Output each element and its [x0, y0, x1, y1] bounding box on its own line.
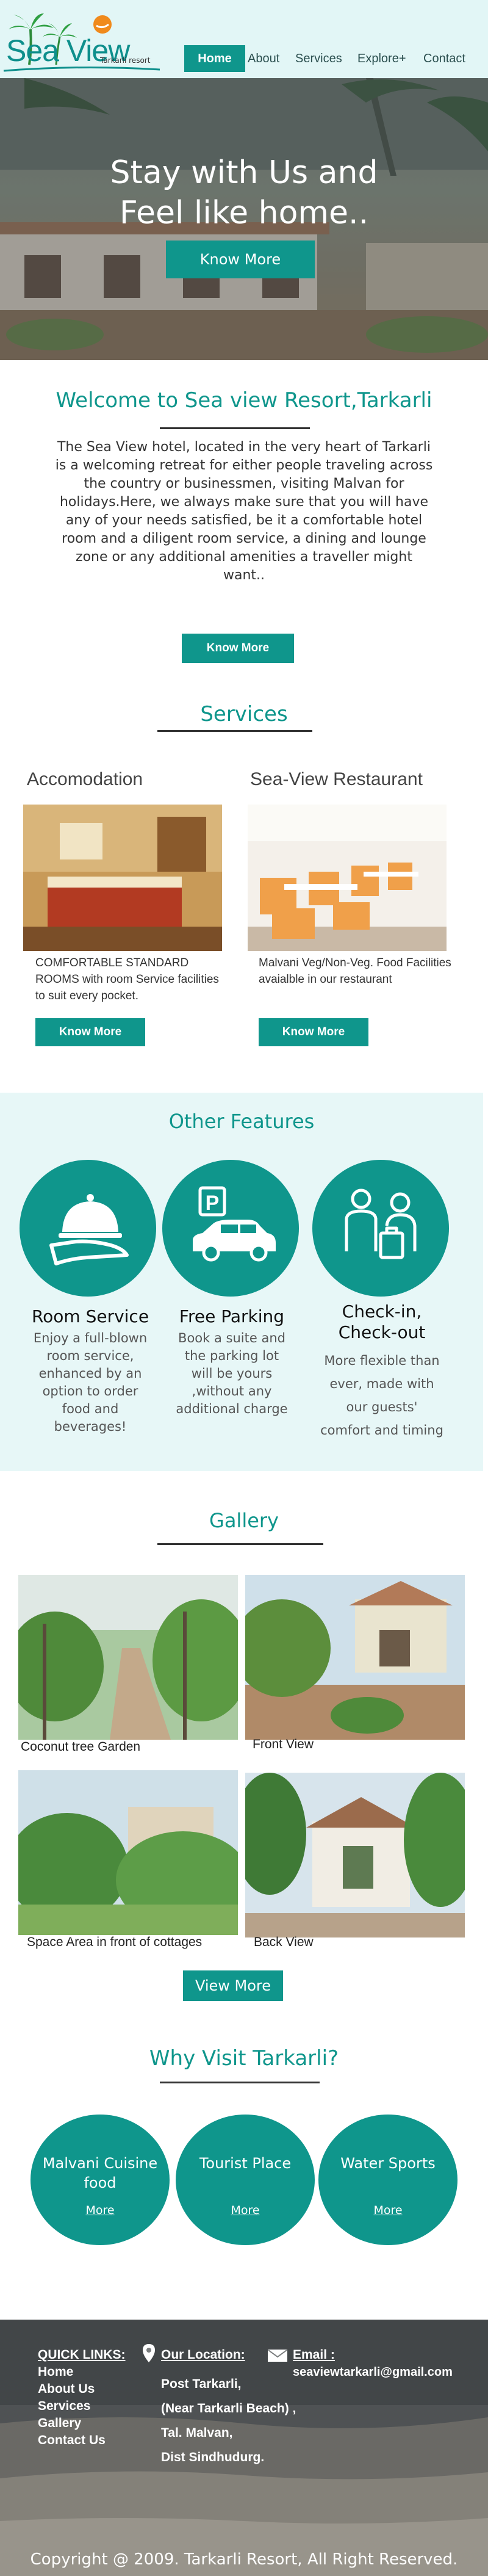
free-parking-desc-line: ,without any [192, 1384, 272, 1398]
services-title: Services [200, 702, 288, 726]
hero-title-line1: Stay with Us and [110, 154, 378, 191]
services-divider [157, 730, 312, 732]
cloche-icon [49, 1194, 129, 1265]
address-line: Post Tarkarli, [161, 2377, 242, 2391]
malvani-cuisine-label: Malvani Cuisine food [30, 2154, 170, 2193]
gallery-image-back-view[interactable] [245, 1773, 465, 1937]
gallery-view-more-button[interactable]: View More [183, 1970, 283, 2001]
malvani-cuisine-label-line: food [84, 2174, 117, 2191]
email-address[interactable]: seaviewtarkarli@gmail.com [293, 2364, 453, 2381]
restaurant-image [248, 805, 447, 951]
nav-home[interactable]: Home [184, 45, 245, 72]
gallery-caption-front-view: Front View [253, 1737, 314, 1751]
room-service-desc-line: enhanced by an [38, 1366, 142, 1381]
check-in-description: More flexible than ever, made with our g… [309, 1349, 455, 1442]
free-parking-description: Book a suite and the parking lot will be… [159, 1330, 305, 1418]
why-visit-title: Why Visit Tarkarli? [149, 2046, 339, 2071]
water-sports-label-line: Water Sports [340, 2155, 436, 2172]
check-in-title: Check-in, Check-out [303, 1301, 461, 1343]
address-line: (Near Tarkarli Beach) , [161, 2401, 296, 2415]
water-sports-more-link[interactable]: More [318, 2204, 458, 2217]
free-parking-circle: P [162, 1160, 299, 1297]
location-address: Post Tarkarli, (Near Tarkarli Beach) , T… [161, 2372, 296, 2470]
address-line: Dist Sindhudurg. [161, 2450, 265, 2464]
room-service-desc-line: food and [62, 1402, 119, 1416]
tourist-place-label: Tourist Place [176, 2154, 315, 2173]
restaurant-description: Malvani Veg/Non-Veg. Food Facilities ava… [259, 957, 451, 986]
free-parking-desc-line: will be yours [191, 1366, 273, 1381]
free-parking-title: Free Parking [179, 1306, 285, 1326]
check-in-title-line2: Check-out [338, 1322, 426, 1342]
room-service-desc-line: beverages! [54, 1419, 127, 1434]
why-visit-divider [160, 2082, 320, 2083]
water-sports-card[interactable] [318, 2115, 458, 2245]
features-title: Other Features [168, 1110, 315, 1133]
free-parking-desc-line: Book a suite and [178, 1331, 285, 1345]
footer-link-gallery[interactable]: Gallery [38, 2415, 81, 2432]
check-in-desc-line: our guests' [346, 1400, 418, 1414]
hero-title: Stay with Us and Feel like home.. [0, 153, 488, 233]
tourist-place-card[interactable] [176, 2115, 315, 2245]
logo-subtitle: Tarkarli resort [100, 56, 151, 65]
accomodation-description: COMFORTABLE STANDARD ROOMS with room Ser… [35, 957, 219, 1002]
location-pin-icon [143, 2344, 155, 2362]
free-parking-desc-line: additional charge [176, 1402, 288, 1416]
room-service-desc-line: option to order [42, 1384, 138, 1398]
quick-links-title: QUICK LINKS: [38, 2348, 126, 2362]
gallery-image-space-area[interactable] [18, 1770, 238, 1935]
hero-know-more-button[interactable]: Know More [166, 241, 315, 278]
room-service-desc-line: room service, [46, 1348, 134, 1363]
nav-about[interactable]: About [248, 48, 279, 70]
footer-link-about-us[interactable]: About Us [38, 2381, 95, 2398]
tourist-place-label-line: Tourist Place [199, 2155, 292, 2172]
check-in-desc-line: comfort and timing [320, 1423, 443, 1438]
accomodation-image [23, 805, 222, 951]
check-in-desc-line: ever, made with [329, 1377, 434, 1391]
footer-link-contact-us[interactable]: Contact Us [38, 2432, 106, 2449]
copyright-text: Copyright @ 2009. Tarkarli Resort, All R… [30, 2550, 458, 2569]
malvani-cuisine-more-link[interactable]: More [30, 2204, 170, 2217]
nav-contact[interactable]: Contact [423, 48, 465, 70]
check-in-desc-line: More flexible than [324, 1353, 440, 1368]
room-service-desc-line: Enjoy a full-blown [33, 1331, 148, 1345]
footer-link-services[interactable]: Services [38, 2398, 90, 2415]
room-service-circle [20, 1160, 156, 1297]
free-parking-desc-line: the parking lot [184, 1348, 279, 1363]
parking-car-icon: P [193, 1186, 276, 1262]
address-line: Tal. Malvan, [161, 2426, 233, 2440]
svg-text:P: P [206, 1192, 220, 1215]
nav-services[interactable]: Services [295, 48, 342, 70]
check-in-title-line1: Check-in, [342, 1301, 422, 1322]
email-envelope-icon [268, 2350, 287, 2362]
water-sports-label: Water Sports [318, 2154, 458, 2173]
gallery-title: Gallery [209, 1509, 279, 1532]
restaurant-heading: Sea-View Restaurant [250, 769, 423, 789]
gallery-image-front-view[interactable] [245, 1575, 465, 1740]
malvani-cuisine-label-line: Malvani Cuisine [42, 2155, 158, 2172]
accomodation-know-more-button[interactable]: Know More [35, 1018, 145, 1046]
room-service-title: Room Service [31, 1306, 149, 1326]
gallery-image-coconut-garden[interactable] [18, 1575, 238, 1740]
restaurant-know-more-button[interactable]: Know More [259, 1018, 368, 1046]
footer-link-home[interactable]: Home [38, 2364, 73, 2381]
gallery-caption-back-view: Back View [254, 1935, 314, 1949]
welcome-title: Welcome to Sea view Resort,Tarkarli [56, 388, 432, 413]
tourist-place-more-link[interactable]: More [176, 2204, 315, 2217]
welcome-paragraph: The Sea View hotel, located in the very … [55, 440, 433, 583]
room-service-description: Enjoy a full-blown room service, enhance… [17, 1330, 163, 1436]
gallery-caption-coconut-garden: Coconut tree Garden [21, 1740, 141, 1754]
logo-swoosh-icon [3, 66, 160, 72]
check-in-icon [345, 1189, 417, 1259]
location-title: Our Location: [161, 2348, 245, 2362]
hero-title-line2: Feel like home.. [119, 195, 369, 231]
welcome-divider [160, 427, 310, 429]
gallery-divider [157, 1543, 323, 1545]
welcome-know-more-button[interactable]: Know More [182, 634, 294, 663]
check-in-circle [312, 1160, 449, 1297]
gallery-caption-space-area: Space Area in front of cottages [27, 1935, 203, 1949]
nav-explore[interactable]: Explore+ [357, 48, 406, 70]
accomodation-heading: Accomodation [27, 769, 143, 789]
email-title: Email : [293, 2348, 335, 2362]
